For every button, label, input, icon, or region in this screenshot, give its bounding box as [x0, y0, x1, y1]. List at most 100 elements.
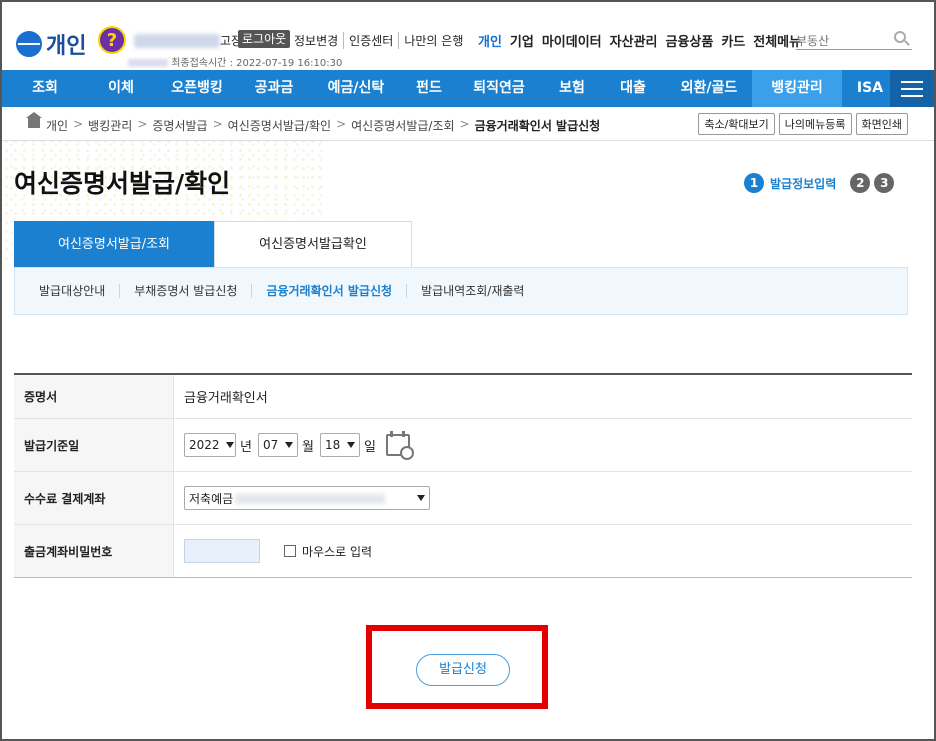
util-link-my-bank[interactable]: 나만의 은행: [398, 32, 468, 49]
day-unit: 일: [363, 439, 376, 455]
util-link-info[interactable]: 정보변경: [294, 32, 343, 49]
day-select[interactable]: 18: [319, 433, 360, 457]
help-icon[interactable]: ?: [98, 26, 126, 54]
month-select[interactable]: 07: [257, 433, 298, 457]
last-login: 최종접속시간 : 2022-07-19 16:10:30: [128, 54, 342, 69]
top-header: 개인 ? 고장 로그아웃 정보변경 인증센터 나만의 은행 최종접속시간 : 2…: [2, 2, 934, 70]
password-field: 마우스로 입력: [174, 525, 912, 577]
subtab-target-guide[interactable]: 발급대상안내: [29, 284, 119, 298]
form-row-base-date: 발급기준일 2022 년 07 월 18 일: [14, 419, 912, 472]
chevron-down-icon: [417, 495, 425, 501]
chevron-down-icon: [225, 442, 234, 448]
fee-account-field: 저축예금: [174, 472, 912, 524]
chevron-down-icon: [346, 442, 355, 448]
home-icon[interactable]: [26, 112, 42, 128]
step-indicator: 1 발급정보입력 2 3: [744, 173, 895, 193]
year-value: 2022: [189, 438, 220, 452]
breadcrumb-separator: >: [137, 117, 148, 131]
form-row-certificate: 증명서 금융거래확인서: [14, 375, 912, 419]
print-button[interactable]: 화면인쇄: [855, 113, 908, 135]
nav-inquiry[interactable]: 조회: [2, 70, 88, 107]
zoom-button[interactable]: 축소/확대보기: [698, 113, 775, 135]
calendar-icon[interactable]: [385, 431, 414, 460]
breadcrumb-current: 금융거래확인서 발급신청: [474, 119, 601, 133]
fee-account-value: 저축예금: [189, 490, 386, 507]
password-input[interactable]: [184, 539, 260, 563]
password-label: 출금계좌비밀번호: [14, 525, 174, 577]
year-unit: 년: [240, 439, 252, 455]
nav-banking-manage[interactable]: 뱅킹관리: [752, 70, 842, 107]
chevron-down-icon: [284, 442, 293, 448]
nav-utility[interactable]: 공과금: [240, 70, 308, 107]
bank-logo-icon: [16, 31, 42, 57]
tab-issue-confirm[interactable]: 여신증명서발급확인: [214, 221, 412, 267]
search-icon[interactable]: [894, 31, 906, 43]
step-1: 1: [744, 173, 764, 193]
tab-issue-inquiry[interactable]: 여신증명서발급/조회: [14, 221, 214, 267]
breadcrumb-item[interactable]: 여신증명서발급/조회: [351, 117, 454, 134]
hamburger-menu-icon[interactable]: [890, 70, 934, 107]
certificate-value: 금융거래확인서: [184, 391, 268, 406]
base-date-fields: 2022 년 07 월 18 일: [174, 419, 912, 471]
breadcrumb-separator: >: [212, 117, 223, 131]
nav-insurance[interactable]: 보험: [544, 70, 600, 107]
breadcrumb-item[interactable]: 여신증명서발급/확인: [228, 117, 331, 134]
nav-forex-gold[interactable]: 외환/골드: [666, 70, 752, 107]
browser-frame: 개인 ? 고장 로그아웃 정보변경 인증센터 나만의 은행 최종접속시간 : 2…: [0, 0, 936, 741]
breadcrumb-separator: >: [336, 117, 347, 131]
nav-deposit[interactable]: 예금/신탁: [308, 70, 404, 107]
user-name-blurred: [134, 34, 220, 48]
bank-logo[interactable]: 개인: [16, 28, 86, 60]
gnb-personal[interactable]: 개인: [478, 31, 502, 50]
nav-fund[interactable]: 펀드: [404, 70, 454, 107]
subtab-financial-cert[interactable]: 금융거래확인서 발급신청: [251, 284, 406, 298]
util-links: 정보변경 인증센터 나만의 은행: [294, 32, 468, 49]
submit-button[interactable]: 발급신청: [416, 654, 510, 686]
gnb-all-menu[interactable]: 전체메뉴: [753, 31, 801, 50]
fee-account-select[interactable]: 저축예금: [184, 486, 430, 510]
certificate-label: 증명서: [14, 375, 174, 418]
subtabs: 발급대상안내 부채증명서 발급신청 금융거래확인서 발급신청 발급내역조회/재출…: [14, 267, 908, 315]
nav-pension[interactable]: 퇴직연금: [454, 70, 544, 107]
subtab-history[interactable]: 발급내역조회/재출력: [406, 284, 538, 298]
year-select[interactable]: 2022: [184, 433, 236, 457]
issue-form: 증명서 금융거래확인서 발급기준일 2022 년 07 월 18 일 수수료 결…: [14, 373, 912, 578]
day-value: 18: [324, 438, 341, 452]
help-symbol: ?: [106, 29, 118, 51]
nav-open-banking[interactable]: 오픈뱅킹: [154, 70, 240, 107]
fee-account-label: 수수료 결제계좌: [14, 472, 174, 524]
page-title: 여신증명서발급/확인: [14, 169, 231, 198]
gnb-products[interactable]: 금융상품: [666, 31, 714, 50]
step-1-label: 발급정보입력: [770, 176, 837, 191]
nav-transfer[interactable]: 이체: [88, 70, 154, 107]
gnb-corporate[interactable]: 기업: [510, 31, 534, 50]
mouse-input-label: 마우스로 입력: [302, 544, 373, 559]
form-row-password: 출금계좌비밀번호 마우스로 입력: [14, 525, 912, 577]
breadcrumb-separator: >: [459, 117, 470, 131]
month-value: 07: [262, 438, 279, 452]
tool-buttons: 축소/확대보기 나의메뉴등록 화면인쇄: [694, 113, 908, 135]
search-box: [796, 30, 912, 50]
gnb-card[interactable]: 카드: [721, 31, 745, 50]
add-my-menu-button[interactable]: 나의메뉴등록: [778, 113, 852, 135]
month-unit: 월: [301, 439, 314, 455]
breadcrumb-item[interactable]: 뱅킹관리: [88, 117, 132, 134]
subtab-debt-cert[interactable]: 부채증명서 발급신청: [119, 284, 251, 298]
util-link-cert-center[interactable]: 인증센터: [343, 32, 398, 49]
gnb-mydata[interactable]: 마이데이터: [542, 31, 602, 50]
breadcrumb-item[interactable]: 증명서발급: [152, 117, 207, 134]
base-date-label: 발급기준일: [14, 419, 174, 471]
mouse-input-checkbox[interactable]: [284, 545, 296, 557]
nav-loan[interactable]: 대출: [600, 70, 666, 107]
breadcrumb-item[interactable]: 개인: [46, 117, 68, 134]
tabs: 여신증명서발급/조회 여신증명서발급확인: [14, 221, 412, 267]
search-input[interactable]: [796, 34, 886, 48]
last-login-time: 2022-07-19 16:10:30: [236, 58, 343, 69]
main-nav: 조회 이체 오픈뱅킹 공과금 예금/신탁 펀드 퇴직연금 보험 대출 외환/골드…: [2, 70, 934, 107]
logo-text: 개인: [46, 34, 87, 59]
breadcrumb-separator: >: [73, 117, 84, 131]
last-login-blur: [128, 59, 168, 67]
logout-button[interactable]: 로그아웃: [238, 30, 291, 48]
gnb-asset[interactable]: 자산관리: [610, 31, 658, 50]
step-3: 3: [874, 173, 895, 193]
